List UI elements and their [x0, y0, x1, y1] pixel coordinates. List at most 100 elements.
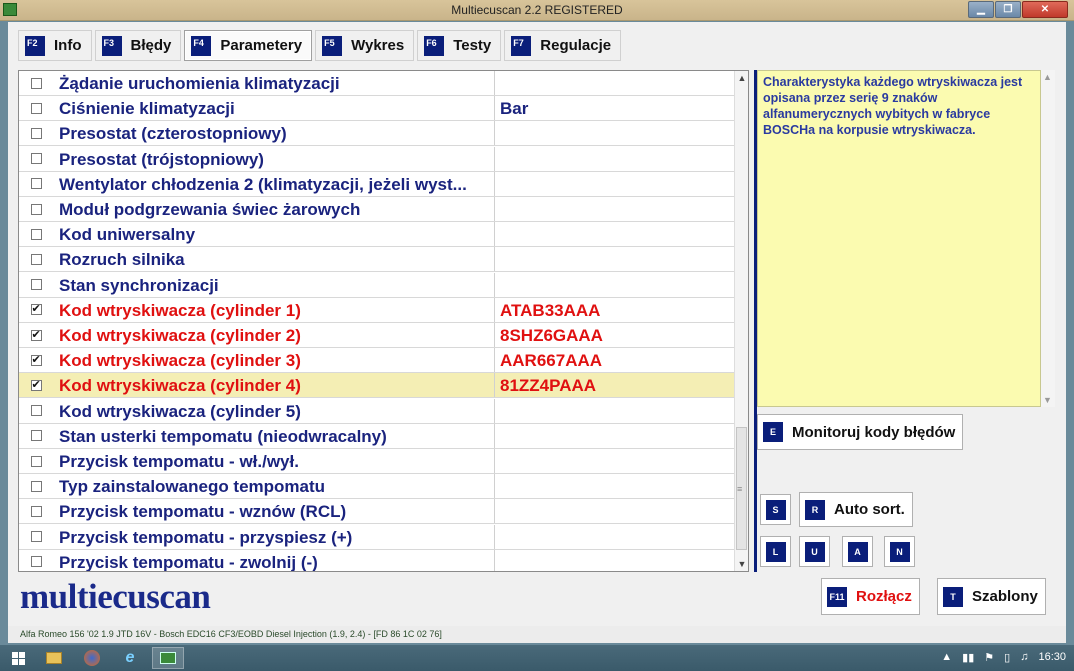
- table-row[interactable]: Wentylator chłodzenia 2 (klimatyzacji, j…: [19, 171, 735, 197]
- parameter-name: Przycisk tempomatu - wznów (RCL): [53, 499, 495, 524]
- row-checkbox[interactable]: [30, 228, 42, 240]
- parameter-name: Presostat (trójstopniowy): [53, 146, 495, 171]
- parameter-value: Bar: [500, 99, 529, 119]
- row-checkbox[interactable]: ✔: [30, 354, 42, 366]
- taskbar: e ▲ ▮▮ ⚑ ▯ ♫ 16:30: [0, 645, 1074, 671]
- parameter-value: [495, 474, 500, 498]
- row-checkbox[interactable]: [30, 77, 42, 89]
- tab-regulacje[interactable]: F7 Regulacje: [504, 30, 622, 61]
- row-checkbox[interactable]: [30, 253, 42, 265]
- taskbar-multiecuscan[interactable]: [152, 647, 184, 669]
- row-checkbox[interactable]: [30, 102, 42, 114]
- taskbar-explorer[interactable]: [38, 647, 70, 669]
- n-button[interactable]: N: [884, 536, 915, 567]
- row-checkbox[interactable]: [30, 480, 42, 492]
- button-label: Monitoruj kody błędów: [792, 423, 956, 441]
- close-button[interactable]: ✕: [1022, 1, 1068, 18]
- row-checkbox[interactable]: [30, 127, 42, 139]
- tab-wykres[interactable]: F5 Wykres: [315, 30, 415, 61]
- auto-sort-button[interactable]: R Auto sort.: [799, 492, 913, 527]
- table-row[interactable]: ✔ Kod wtryskiwacza (cylinder 4) 81ZZ4PAAA: [19, 373, 735, 399]
- show-hidden-icon[interactable]: ▲: [941, 651, 952, 664]
- parameter-value: [495, 399, 500, 423]
- tab-label: Testy: [453, 37, 492, 54]
- row-checkbox[interactable]: ✔: [30, 379, 42, 391]
- parameter-name: Typ zainstalowanego tempomatu: [53, 474, 495, 499]
- parameter-value: [495, 550, 500, 571]
- table-row[interactable]: ✔ Kod wtryskiwacza (cylinder 2) 8SHZ6GAAA: [19, 323, 735, 348]
- parameter-value: 81ZZ4PAAA: [500, 376, 597, 396]
- scroll-grip-icon: ≡: [737, 484, 743, 494]
- row-checkbox[interactable]: [30, 531, 42, 543]
- flag-icon[interactable]: ⚑: [984, 651, 994, 664]
- table-row[interactable]: Przycisk tempomatu - zwolnij (-): [19, 549, 735, 571]
- row-checkbox[interactable]: [30, 430, 42, 442]
- table-row[interactable]: Typ zainstalowanego tempomatu: [19, 474, 735, 500]
- signal-icon[interactable]: ▮▮: [962, 651, 974, 664]
- u-button[interactable]: U: [799, 536, 830, 567]
- row-checkbox[interactable]: ✔: [30, 329, 42, 341]
- battery-icon[interactable]: ▯: [1004, 651, 1010, 664]
- taskbar-firefox[interactable]: [76, 647, 108, 669]
- taskbar-ie[interactable]: e: [114, 647, 146, 669]
- table-row[interactable]: Kod uniwersalny: [19, 222, 735, 248]
- scroll-up-icon[interactable]: ▲: [735, 71, 748, 85]
- a-button[interactable]: A: [842, 536, 873, 567]
- tab-label: Parametery: [220, 37, 303, 54]
- row-checkbox[interactable]: [30, 153, 42, 165]
- scroll-up-icon[interactable]: ▲: [1043, 72, 1052, 82]
- row-checkbox[interactable]: [30, 505, 42, 517]
- scroll-down-icon[interactable]: ▼: [735, 557, 748, 571]
- table-row[interactable]: ✔ Kod wtryskiwacza (cylinder 1) ATAB33AAA: [19, 297, 735, 323]
- row-checkbox[interactable]: [30, 455, 42, 467]
- row-checkbox[interactable]: [30, 178, 42, 190]
- disconnect-button[interactable]: F11 Rozłącz: [821, 578, 920, 615]
- description-scrollbar[interactable]: ▲ ▼: [1041, 70, 1055, 407]
- s-button[interactable]: S: [760, 494, 791, 525]
- button-label: Szablony: [972, 588, 1038, 605]
- parameter-value: ATAB33AAA: [500, 300, 601, 320]
- parameter-name: Żądanie uruchomienia klimatyzacji: [53, 71, 495, 95]
- clock[interactable]: 16:30: [1038, 651, 1066, 664]
- parameter-name: Przycisk tempomatu - zwolnij (-): [53, 549, 495, 571]
- row-checkbox[interactable]: [30, 279, 42, 291]
- table-row[interactable]: Moduł podgrzewania świec żarowych: [19, 197, 735, 222]
- table-row[interactable]: Przycisk tempomatu - wznów (RCL): [19, 499, 735, 525]
- maximize-button[interactable]: ❐: [995, 1, 1021, 18]
- tab-label: Info: [54, 37, 82, 54]
- table-row[interactable]: Rozruch silnika: [19, 247, 735, 273]
- table-row[interactable]: Presostat (trójstopniowy): [19, 146, 735, 172]
- status-bar: Alfa Romeo 156 '02 1.9 JTD 16V - Bosch E…: [8, 626, 1066, 643]
- internet-explorer-icon: e: [125, 649, 135, 666]
- monitor-error-codes-button[interactable]: E Monitoruj kody błędów: [757, 414, 964, 450]
- table-row[interactable]: Ciśnienie klimatyzacji Bar: [19, 96, 735, 122]
- table-row[interactable]: Żądanie uruchomienia klimatyzacji: [19, 71, 735, 96]
- minimize-button[interactable]: ▁: [968, 1, 994, 18]
- parameter-value: [495, 121, 500, 145]
- table-row[interactable]: Kod wtryskiwacza (cylinder 5): [19, 398, 735, 424]
- table-row[interactable]: Przycisk tempomatu - wł./wył.: [19, 449, 735, 474]
- tab-testy[interactable]: F6 Testy: [417, 30, 502, 61]
- key-badge: L: [765, 541, 786, 562]
- tab-info[interactable]: F2 Info: [18, 30, 92, 61]
- volume-icon[interactable]: ♫: [1020, 651, 1028, 664]
- table-row[interactable]: Stan synchronizacji: [19, 272, 735, 298]
- row-checkbox[interactable]: [30, 203, 42, 215]
- row-checkbox[interactable]: ✔: [30, 304, 42, 316]
- function-key-badge: F3: [101, 35, 122, 56]
- tab-parametery[interactable]: F4 Parametery: [184, 30, 313, 61]
- table-row[interactable]: Stan usterki tempomatu (nieodwracalny): [19, 423, 735, 449]
- table-row[interactable]: ✔ Kod wtryskiwacza (cylinder 3) AAR667AAA: [19, 348, 735, 374]
- function-key-badge: F7: [511, 35, 532, 56]
- tab-błędy[interactable]: F3 Błędy: [94, 30, 182, 61]
- templates-button[interactable]: T Szablony: [937, 578, 1046, 615]
- table-row[interactable]: Presostat (czterostopniowy): [19, 121, 735, 147]
- l-button[interactable]: L: [760, 536, 791, 567]
- table-row[interactable]: Przycisk tempomatu - przyspiesz (+): [19, 524, 735, 550]
- row-checkbox[interactable]: [30, 405, 42, 417]
- scroll-down-icon[interactable]: ▼: [1043, 395, 1052, 405]
- parameter-value: [495, 424, 500, 448]
- start-button[interactable]: [2, 647, 34, 669]
- row-checkbox[interactable]: [30, 556, 42, 568]
- table-scrollbar[interactable]: ▲ ≡ ▼: [734, 71, 748, 571]
